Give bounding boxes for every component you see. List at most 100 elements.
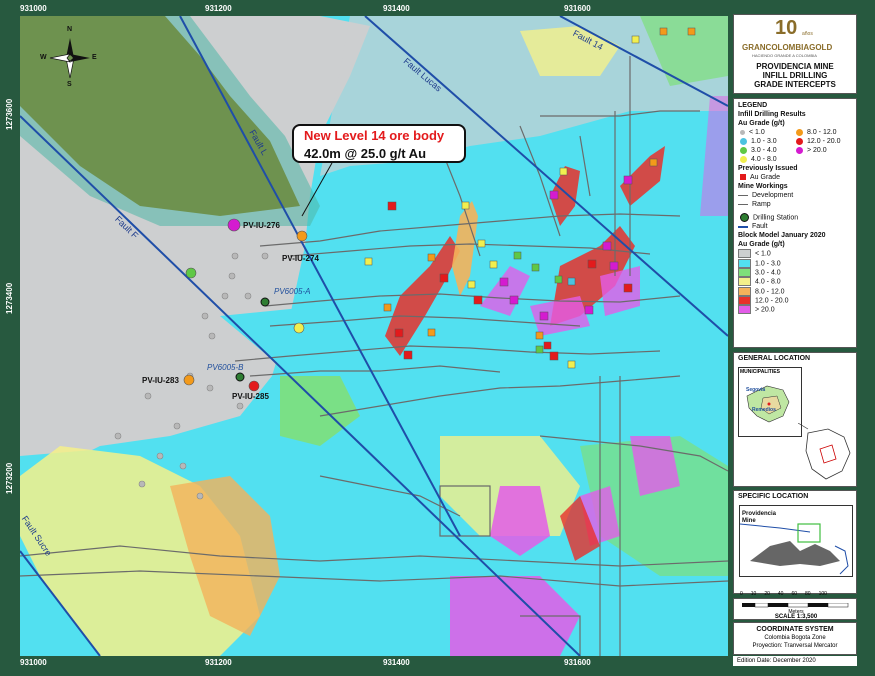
legend-block-item: < 1.0 [738,249,852,259]
station-icon [740,213,749,222]
x-tick-bottom-3: 931600 [564,658,591,667]
logo-title-box: 10 años GRANCOLOMBIAGOLD HACIENDO GRANDE… [733,14,857,94]
scale-tick: 100 [818,591,827,597]
map-canvas [20,16,728,656]
title-line-1: PROVIDENCIA MINE [756,62,834,71]
legend-heading: LEGEND [738,102,768,109]
remedios-label: Remedios [752,407,776,413]
specific-location-box: SPECIFIC LOCATION Providencia Mine [733,490,857,594]
logo-name: GRANCOLOMBIAGOLD [742,43,833,52]
infill-swatch-6 [796,146,803,154]
x-tick-top-3: 931600 [564,4,591,13]
scale-tick: 20 [764,591,770,597]
legend-block-heading: Block Model January 2020 [738,232,826,240]
scale-tick: 40 [777,591,784,597]
legend-block-item: 12.0 - 20.0 [738,296,852,306]
logo-badge-sub: años [802,31,813,37]
legend-development: Development [738,191,852,200]
development-line-icon [738,194,748,196]
edition-date: Edition Date: December 2020 [737,658,816,664]
block-label-1: 1.0 - 3.0 [755,260,781,268]
block-label-4: 8.0 - 12.0 [755,288,785,296]
general-location-box: GENERAL LOCATION MUNICIPALITIES Segovia … [733,352,857,487]
specific-heading: SPECIFIC LOCATION [738,493,809,500]
municipalities-inset: MUNICIPALITIES [738,367,802,437]
scale-tick: 10 [750,591,757,597]
legend-infill-item: < 1.0 [740,128,765,137]
hole-label-285[interactable]: PV-IU-285 [232,392,269,401]
north-n-label: N [67,26,73,33]
coord-proj: Proyection: Tranversal Mercator [752,643,838,649]
station-label-a: PV6005-A [274,287,311,296]
x-tick-top-0: 931000 [20,4,47,13]
legend-block-item: 4.0 - 8.0 [738,277,852,287]
specific-mine-label: Providencia Mine [742,511,777,524]
infill-label-2: 3.0 - 4.0 [751,147,777,154]
logo-badge: 10 [775,17,798,39]
x-tick-bottom-1: 931200 [205,658,232,667]
municipalities-label: MUNICIPALITIES [740,369,780,375]
infill-swatch-1 [740,137,747,145]
infill-swatch-5 [796,137,803,145]
infill-swatch-3 [740,155,747,163]
municipalities-map [746,385,790,423]
infill-label-5: 12.0 - 20.0 [807,138,841,145]
scale-ratio: SCALE 1:3,500 [774,614,818,620]
legend-workings-heading: Mine Workings [738,183,788,190]
north-w-label: W [40,54,47,61]
legend-ramp: Ramp [738,200,852,209]
infill-label-6: > 20.0 [807,147,827,154]
legend-block-item: 8.0 - 12.0 [738,286,852,296]
development-label: Development [752,192,794,199]
y-tick-left-1: 1273400 [5,282,14,314]
legend-station: Drilling Station [738,213,852,222]
block-label-3: 4.0 - 8.0 [755,278,781,286]
block-model [20,16,728,656]
prev-swatch [740,174,746,181]
legend-infill-item: 4.0 - 8.0 [740,155,777,164]
legend-infill-item: 1.0 - 3.0 [740,137,777,146]
block-swatch-5 [738,296,751,306]
scale-tick: 0 [740,591,743,597]
infill-swatch-0 [740,129,745,135]
block-label-5: 12.0 - 20.0 [755,297,789,305]
legend-block-sub: Au Grade (g/t) [738,241,785,249]
fault-line-icon [738,225,748,228]
infill-swatch-2 [740,146,747,154]
ramp-line-icon [738,203,748,205]
general-heading: GENERAL LOCATION [738,355,811,362]
scale-box: 0 10 20 40 60 80 100 Meters SCALE 1:3,50… [733,591,857,620]
block-label-6: > 20.0 [755,306,775,314]
coord-zone: Colombia Bogota Zone [764,635,826,641]
legend-box: LEGEND Infill Drilling Results Au Grade … [733,98,857,348]
block-label-2: 3.0 - 4.0 [755,269,781,277]
callout-intercept: 42.0m @ 25.0 g/t Au [304,146,427,161]
legend-infill-item: 8.0 - 12.0 [796,128,837,137]
block-swatch-0 [738,249,751,259]
legend-block-item: 1.0 - 3.0 [738,258,852,268]
segovia-label: Segovia [746,387,766,393]
hole-label-276[interactable]: PV-IU-276 [243,221,280,230]
block-label-0: < 1.0 [755,250,771,258]
station-label-b: PV6005-B [207,363,244,372]
block-swatch-3 [738,277,751,287]
hole-label-274[interactable]: PV-IU-274 [282,254,319,263]
legend-block-item: 3.0 - 4.0 [738,268,852,278]
hole-label-283[interactable]: PV-IU-283 [142,376,179,385]
scale-tick: 80 [805,591,811,597]
infill-label-4: 8.0 - 12.0 [807,129,837,136]
legend-block-item: > 20.0 [738,305,852,315]
legend-infill-heading: Infill Drilling Results [738,111,806,118]
callout-title: New Level 14 ore body [304,128,445,143]
block-swatch-4 [738,286,751,296]
legend-fault: Fault [738,222,852,231]
infill-label-0: < 1.0 [749,129,765,136]
legend-infill-grade-heading: Au Grade (g/t) [738,120,785,127]
grade-map[interactable]: N S E W New Level 14 ore body 42.0m @ 25… [20,16,728,656]
prev-label: Au Grade [750,174,780,181]
infill-label-3: 4.0 - 8.0 [751,156,777,163]
north-s-label: S [67,81,72,88]
coordinate-box: COORDINATE SYSTEM Colombia Bogota Zone P… [733,622,857,655]
station-label: Drilling Station [753,214,799,222]
side-panel: 10 años GRANCOLOMBIAGOLD HACIENDO GRANDE… [733,14,857,666]
